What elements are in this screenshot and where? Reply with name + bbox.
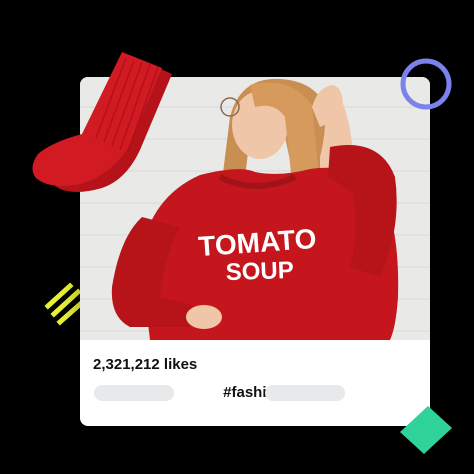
- placeholder-pill-right: [265, 385, 345, 401]
- placeholder-pill-left: [94, 385, 174, 401]
- likes-count: 2,321,212 likes: [93, 356, 198, 373]
- circle-outline-icon: [400, 58, 452, 110]
- green-diamond-icon: [400, 406, 452, 454]
- red-socks-icon: [32, 52, 172, 192]
- shirt-text-line2: SOUP: [225, 257, 294, 286]
